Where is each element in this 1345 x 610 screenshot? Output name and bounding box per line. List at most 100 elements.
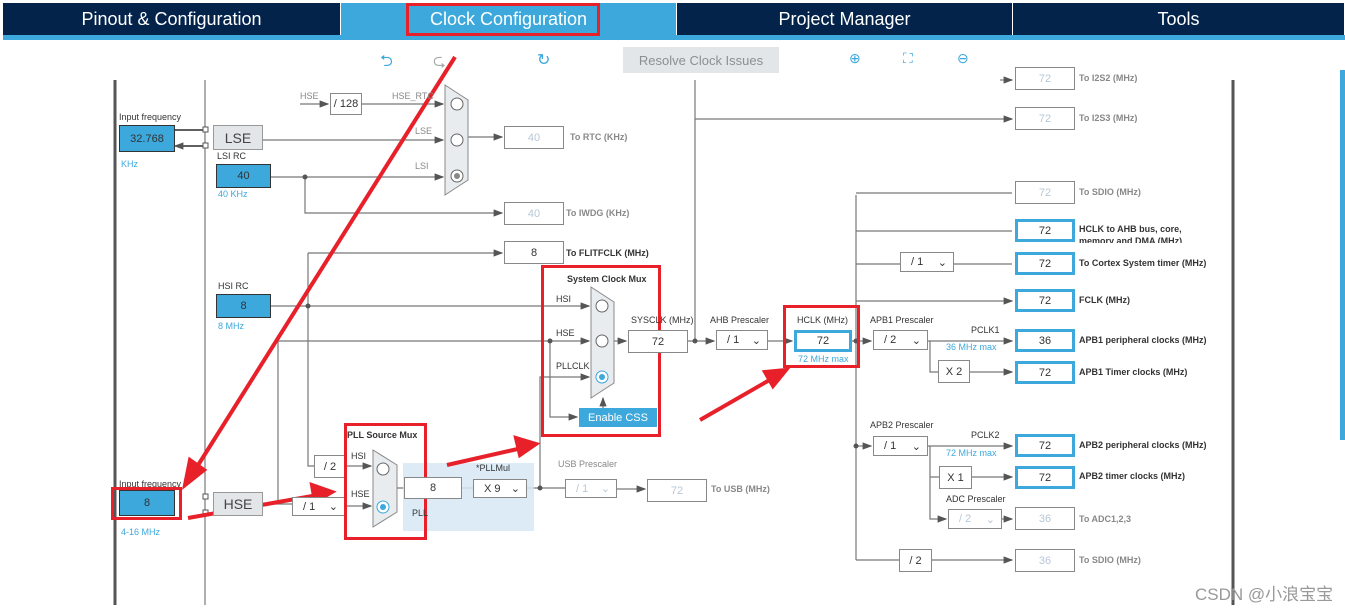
output-adc-label: To ADC1,2,3 — [1079, 514, 1132, 524]
ahb-prescaler-select[interactable]: / 1 ⌄ — [716, 330, 768, 350]
output-sdio-2: 36 — [1015, 549, 1075, 572]
sysclk-value[interactable]: 72 — [628, 330, 688, 353]
usb-prescaler-select[interactable]: / 1 ⌄ — [565, 479, 617, 498]
lse-block[interactable]: LSE — [213, 125, 263, 150]
rtc-lsi-label: LSI — [415, 161, 429, 171]
output-apb1-timer-label: APB1 Timer clocks (MHz) — [1079, 367, 1188, 377]
pclk1-max: 36 MHz max — [946, 342, 997, 352]
flitfclk-label: To FLITFCLK (MHz) — [566, 248, 649, 258]
pll-mux-hsi-option[interactable]: HSI — [351, 451, 366, 461]
lse-input-label: Input frequency — [119, 112, 182, 122]
system-clock-mux-title: System Clock Mux — [567, 274, 647, 284]
apb2-prescaler-value: / 1 — [884, 440, 897, 452]
pll-label: PLL — [412, 508, 429, 518]
sysclk-label: SYSCLK (MHz) — [631, 315, 694, 325]
output-cortex-timer[interactable]: 72 — [1015, 252, 1075, 275]
iwdg-label: To IWDG (KHz) — [566, 208, 630, 218]
flitfclk-output: 8 — [504, 241, 564, 264]
rtc-output: 40 — [504, 126, 564, 149]
output-apb1-peripheral[interactable]: 36 — [1015, 329, 1075, 352]
pclk2-label: PCLK2 — [971, 430, 1000, 440]
output-hclk-ahb[interactable]: 72 — [1015, 219, 1075, 242]
adc-prescaler-select[interactable]: / 2 ⌄ — [948, 509, 1002, 529]
chevron-down-icon: ⌄ — [328, 501, 338, 513]
output-apb1-timer[interactable]: 72 — [1015, 361, 1075, 384]
sdio-divider: / 2 — [899, 549, 932, 572]
lsi-label: LSI RC — [217, 151, 247, 161]
pll-source-mux-title: PLL Source Mux — [347, 430, 418, 440]
chevron-down-icon: ⌄ — [937, 256, 947, 269]
sys-mux-pllclk-option[interactable]: PLLCLK — [556, 361, 590, 371]
apb2-timer-multiplier: X 1 — [939, 466, 972, 489]
output-fclk[interactable]: 72 — [1015, 289, 1075, 312]
hclk-label: HCLK (MHz) — [797, 315, 848, 325]
rtc-hse-label: HSE — [300, 91, 319, 101]
hse-prediv-select[interactable]: / 1 ⌄ — [292, 497, 345, 516]
output-i2s2: 72 — [1015, 67, 1075, 90]
ahb-prescaler-label: AHB Prescaler — [710, 315, 770, 325]
output-apb2-peripheral-label: APB2 peripheral clocks (MHz) — [1079, 440, 1207, 450]
hclk-input[interactable]: 72 — [794, 330, 852, 352]
hse-rtc-divider: / 128 — [330, 93, 362, 115]
chevron-down-icon: ⌄ — [985, 513, 995, 526]
chevron-down-icon: ⌄ — [510, 483, 520, 495]
output-apb2-timer-label: APB2 timer clocks (MHz) — [1079, 471, 1186, 481]
pll-mux-hse-option[interactable]: HSE — [351, 489, 370, 499]
apb2-prescaler-label: APB2 Prescaler — [870, 420, 934, 430]
clock-tree-wires — [113, 55, 1235, 605]
apb1-prescaler-label: APB1 Prescaler — [870, 315, 934, 325]
lse-unit: KHz — [121, 159, 139, 169]
pllmul-label: *PLLMul — [476, 463, 511, 473]
chevron-down-icon: ⌄ — [911, 334, 921, 347]
lsi-unit: 40 KHz — [218, 189, 248, 199]
chevron-down-icon: ⌄ — [600, 483, 610, 495]
hse-unit: 4-16 MHz — [121, 527, 161, 537]
output-apb2-peripheral[interactable]: 72 — [1015, 434, 1075, 457]
output-fclk-label: FCLK (MHz) — [1079, 295, 1130, 305]
watermark: CSDN @小浪宝宝 — [1195, 585, 1334, 604]
pclk2-max: 72 MHz max — [946, 448, 997, 458]
cortex-divider-select[interactable]: / 1 ⌄ — [900, 252, 954, 272]
hsi-div2: / 2 — [314, 455, 346, 478]
rtc-label: To RTC (KHz) — [570, 132, 628, 142]
hse-rtc-label: HSE_RTC — [392, 91, 434, 101]
sys-mux-hsi-option[interactable]: HSI — [556, 294, 571, 304]
apb1-prescaler-value: / 2 — [884, 334, 897, 346]
cortex-divider-value: / 1 — [911, 256, 924, 268]
output-adc: 36 — [1015, 507, 1075, 530]
lse-frequency-input[interactable]: 32.768 — [119, 125, 175, 152]
hsi-value: 8 — [216, 294, 271, 318]
output-sdio: 72 — [1015, 181, 1075, 204]
adc-prescaler-value: / 2 — [959, 513, 972, 525]
hsi-unit: 8 MHz — [218, 321, 245, 331]
usb-output-label: To USB (MHz) — [711, 484, 770, 494]
pllmul-value: X 9 — [484, 482, 501, 495]
hclk-max: 72 MHz max — [798, 354, 849, 364]
usb-output: 72 — [647, 479, 707, 502]
apb1-prescaler-select[interactable]: / 2 ⌄ — [873, 330, 928, 350]
apb1-timer-multiplier: X 2 — [938, 360, 970, 383]
output-sdio-label: To SDIO (MHz) — [1079, 187, 1141, 197]
output-apb2-timer[interactable]: 72 — [1015, 466, 1075, 489]
scrollbar[interactable] — [1340, 70, 1345, 440]
usb-prescaler-label: USB Prescaler — [558, 459, 618, 469]
iwdg-output: 40 — [504, 202, 564, 225]
pllmul-select[interactable]: X 9 ⌄ — [473, 479, 527, 498]
output-sdio-2-label: To SDIO (MHz) — [1079, 555, 1141, 565]
adc-prescaler-label: ADC Prescaler — [946, 494, 1006, 504]
lsi-value: 40 — [216, 164, 271, 188]
output-apb1-peripheral-label: APB1 peripheral clocks (MHz) — [1079, 335, 1207, 345]
output-cortex-timer-label: To Cortex System timer (MHz) — [1079, 258, 1207, 268]
highlight-box — [111, 487, 182, 520]
apb2-prescaler-select[interactable]: / 1 ⌄ — [873, 436, 928, 456]
sys-mux-hse-option[interactable]: HSE — [556, 328, 575, 338]
pclk1-label: PCLK1 — [971, 325, 1000, 335]
chevron-down-icon: ⌄ — [751, 334, 761, 347]
pll-input-value: 8 — [404, 477, 462, 499]
ahb-prescaler-value: / 1 — [727, 334, 740, 346]
enable-css-button[interactable]: Enable CSS — [579, 408, 657, 427]
output-hclk-ahb-label: HCLK to AHB bus, core, memory and DMA (M… — [1079, 224, 1183, 243]
output-i2s3: 72 — [1015, 107, 1075, 130]
hse-block[interactable]: HSE — [213, 492, 263, 516]
hsi-label: HSI RC — [218, 281, 249, 291]
